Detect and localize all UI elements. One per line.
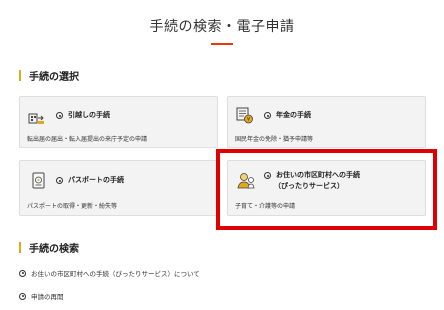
passport-icon bbox=[30, 172, 48, 189]
search-link-label: 申請の再開 bbox=[31, 293, 64, 301]
moving-house-icon bbox=[28, 110, 46, 126]
radio-icon bbox=[19, 269, 26, 277]
section-heading-label: 手続の検索 bbox=[29, 244, 79, 255]
card-title-label: 年金の手続 bbox=[276, 111, 311, 119]
radio-icon bbox=[264, 112, 271, 119]
card-title-label: 引越しの手続 bbox=[68, 111, 110, 119]
radio-icon bbox=[19, 292, 26, 300]
title-underline bbox=[211, 43, 233, 45]
pension-icon: ¥ bbox=[236, 107, 254, 124]
section-heading-label: 手続の選択 bbox=[29, 72, 79, 83]
heading-accent-bar bbox=[19, 242, 21, 253]
section-heading-selection: 手続の選択 bbox=[19, 68, 79, 83]
card-title-label: パスポートの手続 bbox=[68, 176, 124, 184]
section-heading-search: 手続の検索 bbox=[19, 240, 79, 255]
heading-accent-bar bbox=[19, 70, 21, 81]
radio-icon bbox=[56, 112, 63, 119]
card-title: 年金の手続 bbox=[264, 110, 311, 121]
card-moving[interactable]: 引越しの手続 転出届の届出・転入届提出の来庁予定の申請 bbox=[19, 96, 218, 148]
search-link-pittari[interactable]: お住いの市区町村への手続（ぴったりサービス）について bbox=[19, 268, 200, 278]
card-title: 引越しの手続 bbox=[56, 110, 110, 121]
card-desc: 転出届の届出・転入届提出の来庁予定の申請 bbox=[27, 136, 148, 143]
svg-text:¥: ¥ bbox=[247, 117, 250, 123]
card-desc: パスポートの取得・更新・紛失等 bbox=[27, 203, 118, 210]
radio-icon bbox=[56, 177, 63, 184]
search-link-resume[interactable]: 申請の再開 bbox=[19, 291, 64, 301]
card-desc: 国民年金の免除・猶予申請等 bbox=[235, 136, 314, 143]
card-pension[interactable]: ¥ 年金の手続 国民年金の免除・猶予申請等 bbox=[227, 96, 426, 148]
card-title: パスポートの手続 bbox=[56, 175, 124, 186]
page-title: 手続の検索・電子申請 bbox=[149, 19, 295, 35]
card-passport[interactable]: パスポートの手続 パスポートの取得・更新・紛失等 bbox=[19, 160, 218, 216]
search-link-label: お住いの市区町村への手続（ぴったりサービス）について bbox=[31, 270, 200, 278]
highlight-frame bbox=[216, 149, 437, 230]
